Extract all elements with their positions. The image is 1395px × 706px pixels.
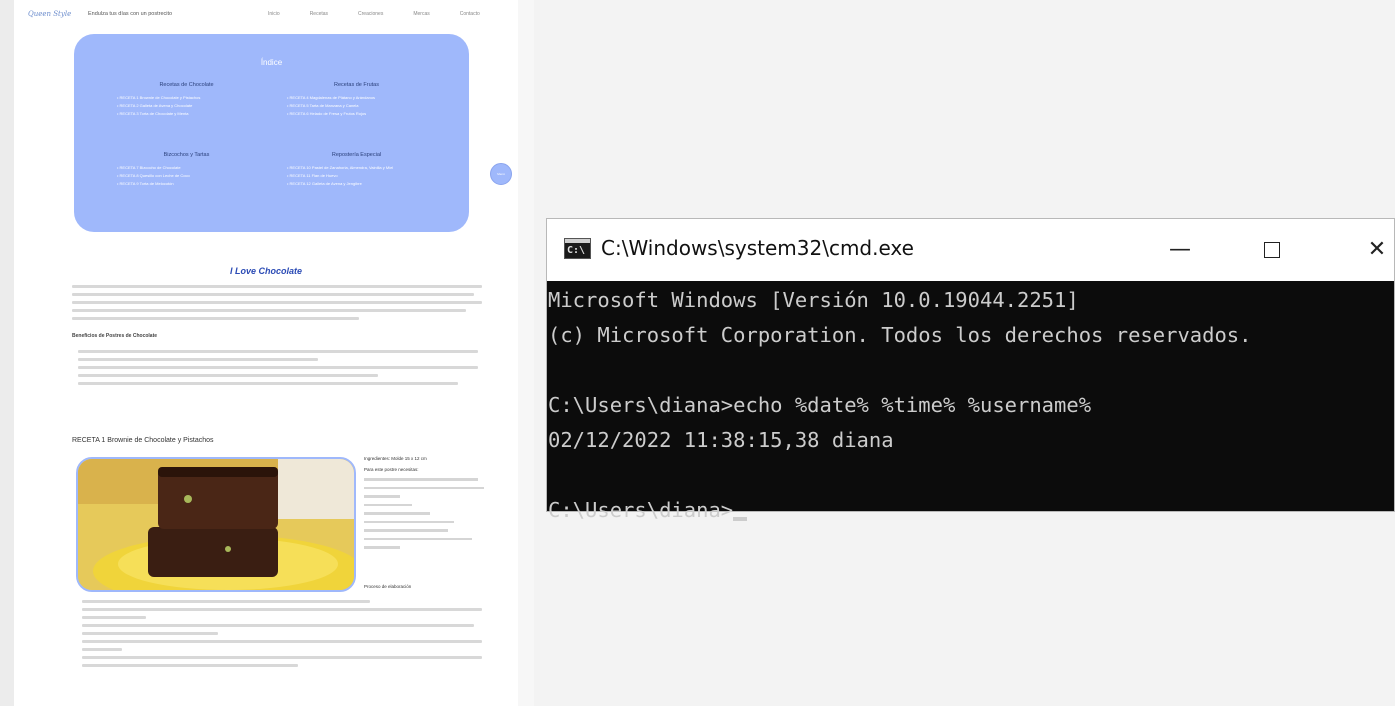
section-heading-love-chocolate: I Love Chocolate — [229, 266, 302, 276]
index-link[interactable]: RECETA 6 Helado de Fresa y Frutos Rojos — [287, 110, 444, 118]
nav-link-mercas[interactable]: Mercas — [413, 11, 429, 17]
console-line: C:\Users\diana>echo %date% %time% %usern… — [548, 393, 1092, 417]
ingredients-subheading: Para este postre necesitas: — [364, 467, 419, 472]
index-section-reposteria: Repostería Especial RECETA 10 Pastel de … — [269, 152, 444, 188]
floating-menu-button[interactable]: Menú — [490, 163, 512, 185]
console-line: (c) Microsoft Corporation. Todos los der… — [548, 323, 1252, 347]
nav-links: Inicio Recetas Creaciones Mercas Contact… — [268, 11, 480, 17]
recipe-index-box: Índice Recetas de Chocolate RECETA 1 Bro… — [74, 34, 469, 232]
console-output[interactable]: Microsoft Windows [Versión 10.0.19044.22… — [547, 281, 1394, 528]
index-section-frutas: Recetas de Frutas RECETA 4 Magdalenas de… — [269, 82, 444, 118]
ingredients-block: Ingredientes: Molde 15 x 12 cm Para este… — [364, 456, 484, 555]
index-link[interactable]: RECETA 9 Torta de Melocotón — [117, 180, 274, 188]
index-title: Índice — [260, 58, 283, 67]
recipe-title: RECETA 1 Brownie de Chocolate y Pistacho… — [72, 437, 214, 444]
site-logo[interactable]: Queen Style — [28, 10, 88, 18]
index-link[interactable]: RECETA 5 Tarta de Manzana y Canela — [287, 102, 444, 110]
maximize-icon — [1264, 242, 1280, 258]
brownie-photo — [76, 457, 356, 592]
index-section-chocolate: Recetas de Chocolate RECETA 1 Brownie de… — [99, 82, 274, 118]
text-cursor — [733, 517, 748, 521]
nav-link-creaciones[interactable]: Creaciones — [358, 11, 383, 17]
nav-link-recetas[interactable]: Recetas — [310, 11, 328, 17]
console-prompt: C:\Users\diana> — [548, 498, 734, 522]
cmd-window-title: C:\Windows\system32\cmd.exe — [601, 236, 914, 260]
nav-link-contacto[interactable]: Contacto — [460, 11, 480, 17]
cmd-app-icon[interactable]: C:\ — [564, 238, 591, 259]
close-button[interactable]: ✕ — [1357, 233, 1395, 267]
index-link[interactable]: RECETA 11 Flan de Huevo — [287, 172, 444, 180]
brownie-image — [78, 459, 354, 590]
index-link[interactable]: RECETA 7 Bizcocho de Chocolate — [117, 164, 274, 172]
site-tagline: Endulza tus días con un postrecito — [88, 11, 173, 17]
index-section-heading: Recetas de Frutas — [334, 82, 379, 88]
index-link[interactable]: RECETA 8 Quesillo con Leche de Coco — [117, 172, 274, 180]
index-section-heading: Repostería Especial — [331, 152, 382, 158]
index-section-bizcochos: Bizcochos y Tartas RECETA 7 Bizcocho de … — [99, 152, 274, 188]
index-link[interactable]: RECETA 3 Torta de Chocolate y Menta — [117, 110, 274, 118]
benefits-list — [78, 350, 478, 390]
minimize-button[interactable]: — — [1160, 233, 1200, 267]
maximize-button[interactable] — [1252, 233, 1292, 267]
cmd-window[interactable]: C:\ C:\Windows\system32\cmd.exe — ✕ Micr… — [546, 218, 1395, 522]
process-heading: Proceso de elaboración — [364, 584, 412, 589]
browser-web-page: Queen Style Endulza tus días con un post… — [14, 0, 518, 706]
benefits-heading: Beneficios de Postres de Chocolate — [72, 333, 158, 339]
index-link[interactable]: RECETA 10 Pastel de Zanahoria, Almendra,… — [287, 164, 444, 172]
index-link[interactable]: RECETA 2 Galleta de Avena y Chocolate — [117, 102, 274, 110]
desktop-left-strip — [0, 0, 14, 706]
ingredients-heading: Ingredientes: Molde 15 x 12 cm — [364, 456, 427, 461]
process-steps — [82, 600, 482, 672]
console-line: 02/12/2022 11:38:15,38 diana — [548, 428, 894, 452]
index-link[interactable]: RECETA 1 Brownie de Chocolate y Pistacho… — [117, 94, 274, 102]
nav-link-inicio[interactable]: Inicio — [268, 11, 280, 17]
intro-paragraph — [72, 285, 482, 325]
site-nav: Queen Style Endulza tus días con un post… — [14, 0, 518, 28]
index-link[interactable]: RECETA 12 Galleta de Avena y Jengibre — [287, 180, 444, 188]
console-prompt-line[interactable]: C:\Users\diana> — [548, 493, 1394, 528]
index-section-heading: Bizcochos y Tartas — [163, 152, 210, 158]
index-section-heading: Recetas de Chocolate — [159, 82, 214, 88]
index-link[interactable]: RECETA 4 Magdalenas de Plátano y Arándan… — [287, 94, 444, 102]
cmd-titlebar[interactable]: C:\ C:\Windows\system32\cmd.exe — ✕ — [547, 219, 1394, 281]
console-line: Microsoft Windows [Versión 10.0.19044.22… — [548, 288, 1079, 312]
desktop-divider-strip — [518, 0, 534, 706]
